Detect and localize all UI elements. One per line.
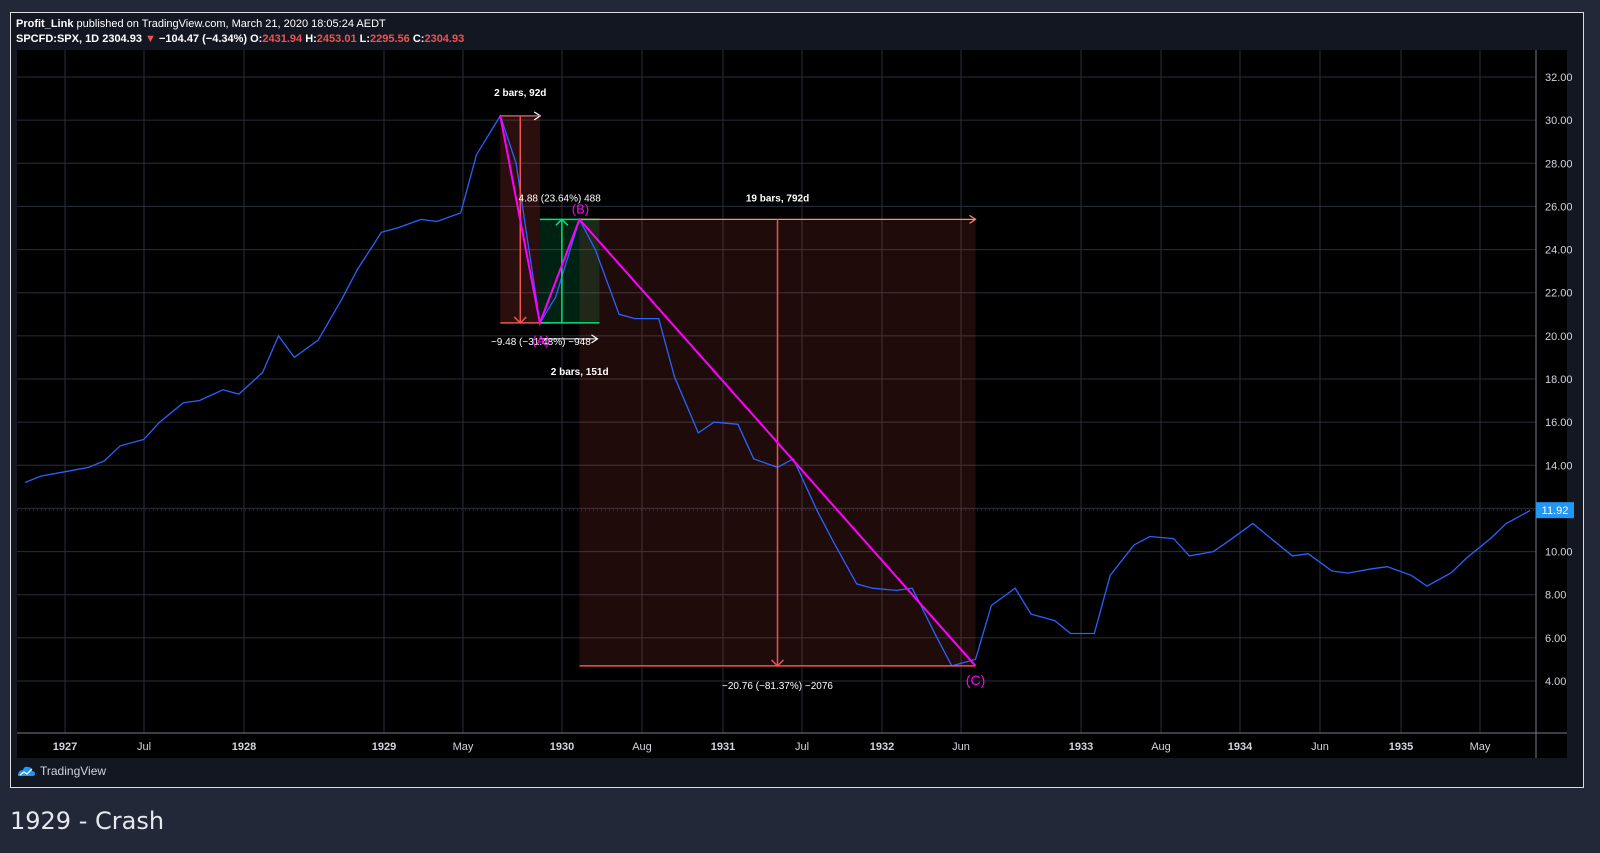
x-tick-label: 1933 [1069, 741, 1093, 753]
y-tick-label: 24.00 [1545, 245, 1573, 257]
y-tick-label: 6.00 [1545, 633, 1566, 645]
x-tick-label: Jun [952, 741, 970, 753]
x-tick-label: May [1470, 741, 1491, 753]
y-tick-label: 22.00 [1545, 288, 1573, 300]
annotation-label: 2 bars, 151d [551, 367, 609, 378]
x-tick-label: Jul [137, 741, 151, 753]
tradingview-brand[interactable]: TradingView [16, 764, 106, 778]
x-tick-label: 1935 [1389, 741, 1413, 753]
x-tick-label: May [453, 741, 474, 753]
y-tick-label: 32.00 [1545, 72, 1573, 84]
y-tick-label: 18.00 [1545, 374, 1573, 386]
x-tick-label: Jun [1311, 741, 1329, 753]
y-tick-label: 8.00 [1545, 590, 1566, 602]
y-tick-label: 20.00 [1545, 331, 1573, 343]
annotation-label: 19 bars, 792d [746, 193, 809, 204]
annotation-label: (A) [532, 333, 549, 348]
annotation-label: 2 bars, 92d [494, 88, 546, 99]
y-tick-label: 14.00 [1545, 460, 1573, 472]
y-tick-label: 26.00 [1545, 201, 1573, 213]
chart-caption: 1929 - Crash [10, 807, 165, 835]
x-tick-label: 1931 [711, 741, 735, 753]
y-tick-label: 16.00 [1545, 417, 1573, 429]
annotation-label: −20.76 (−81.37%) −2076 [722, 681, 833, 692]
y-tick-label: 10.00 [1545, 547, 1573, 559]
y-tick-label: 4.00 [1545, 676, 1566, 688]
x-tick-label: 1930 [550, 741, 574, 753]
x-tick-label: 1928 [232, 741, 256, 753]
x-tick-label: 1929 [372, 741, 396, 753]
x-tick-label: Aug [1151, 741, 1171, 753]
x-tick-label: 1934 [1228, 741, 1253, 753]
y-tick-label: 30.00 [1545, 115, 1573, 127]
x-tick-label: Aug [632, 741, 652, 753]
brand-name: TradingView [40, 764, 107, 778]
price-chart[interactable]: 2 bars, 92d4.88 (23.64%) 488−9.48 (−31.4… [0, 0, 1600, 853]
x-tick-label: Jul [795, 741, 809, 753]
last-price-label: 11.92 [1542, 505, 1569, 517]
annotation-label: (C) [966, 672, 985, 688]
x-tick-label: 1927 [53, 741, 77, 753]
x-tick-label: 1932 [870, 741, 894, 753]
y-tick-label: 28.00 [1545, 158, 1573, 170]
annotation-label: (B) [572, 201, 589, 216]
tradingview-logo-icon [18, 766, 35, 776]
